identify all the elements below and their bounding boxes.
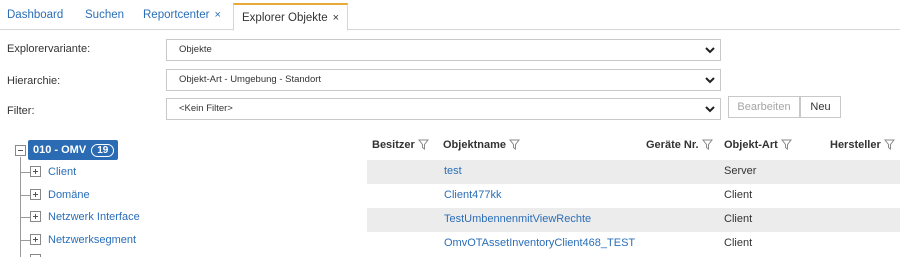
tab-reportcenter[interactable]: Reportcenter × <box>143 0 221 30</box>
objektname-cell[interactable]: OmvOTAssetInventoryClient468_TEST <box>444 237 635 249</box>
plus-box-icon[interactable] <box>30 166 41 177</box>
column-header-hersteller[interactable]: Hersteller <box>830 139 895 155</box>
objektname-cell[interactable]: Client477kk <box>444 189 501 201</box>
hierarchie-label: Hierarchie: <box>7 75 61 87</box>
table-row[interactable]: TestUmbennenmitViewRechte Client <box>367 208 900 232</box>
minus-box-icon[interactable] <box>15 145 26 156</box>
plus-box-icon[interactable] <box>30 211 41 222</box>
explorervariante-label: Explorervariante: <box>7 43 91 55</box>
funnel-icon[interactable] <box>883 139 895 150</box>
objekt-art-cell: Client <box>724 213 753 225</box>
column-header-besitzer-label: Besitzer <box>372 139 415 151</box>
tab-reportcenter-label: Reportcenter <box>143 9 210 21</box>
close-icon[interactable]: × <box>214 9 220 21</box>
tab-explorer-objekte[interactable]: Explorer Objekte × <box>233 3 349 31</box>
plus-box-icon[interactable] <box>30 234 41 245</box>
table-row[interactable]: OmvOTAssetInventoryClient468_TEST Client <box>367 232 900 256</box>
tree-root-count-badge: 19 <box>91 144 115 157</box>
table-row[interactable]: test Server <box>367 160 900 184</box>
chevron-down-icon <box>705 77 715 84</box>
objektname-cell[interactable]: TestUmbennenmitViewRechte <box>444 213 591 225</box>
tree-item-netzwerk-interface[interactable]: Netzwerk Interface <box>48 211 140 223</box>
column-header-objektname[interactable]: Objektname <box>443 139 520 155</box>
chevron-down-icon <box>705 106 715 113</box>
table-row[interactable]: Client477kk Client <box>367 184 900 208</box>
hierarchie-value: Objekt-Art - Umgebung - Standort <box>179 74 322 85</box>
close-icon[interactable]: × <box>333 12 339 24</box>
objekt-art-cell: Server <box>724 165 757 177</box>
neu-button[interactable]: Neu <box>800 96 841 118</box>
filter-value: <Kein Filter> <box>179 103 233 114</box>
tab-bar: Dashboard Suchen Reportcenter × Explorer … <box>0 0 900 31</box>
column-header-geraete-nr[interactable]: Geräte Nr. <box>646 139 713 155</box>
tab-dashboard[interactable]: Dashboard <box>7 0 63 30</box>
objekt-art-cell: Client <box>724 237 753 249</box>
column-header-geraete-nr-label: Geräte Nr. <box>646 139 699 151</box>
funnel-icon[interactable] <box>508 139 520 150</box>
plus-box-icon[interactable] <box>30 189 41 200</box>
column-header-besitzer[interactable]: Besitzer <box>372 139 429 155</box>
tree-item-client[interactable]: Client <box>48 166 76 178</box>
explorervariante-value: Objekte <box>179 44 212 55</box>
column-header-objektname-label: Objektname <box>443 139 506 151</box>
funnel-icon[interactable] <box>701 139 713 150</box>
tree-item-netzwerksegment[interactable]: Netzwerksegment <box>48 234 136 246</box>
tab-suchen-label: Suchen <box>85 9 125 21</box>
objekt-art-cell: Client <box>724 189 753 201</box>
tree-root-node[interactable]: 010 - OMV 19 <box>28 140 119 160</box>
funnel-icon[interactable] <box>780 139 792 150</box>
hierarchie-select[interactable]: Objekt-Art - Umgebung - Standort <box>166 69 721 91</box>
filter-label: Filter: <box>7 105 35 117</box>
objektname-cell[interactable]: test <box>444 165 462 177</box>
tab-suchen[interactable]: Suchen <box>85 0 124 30</box>
column-header-hersteller-label: Hersteller <box>830 139 881 151</box>
tab-dashboard-label: Dashboard <box>7 9 64 21</box>
column-header-objekt-art[interactable]: Objekt-Art <box>724 139 792 155</box>
column-header-objekt-art-label: Objekt-Art <box>724 139 778 151</box>
tree-item-domaene[interactable]: Domäne <box>48 189 90 201</box>
explorervariante-select[interactable]: Objekte <box>166 39 721 61</box>
filter-select[interactable]: <Kein Filter> <box>166 98 721 120</box>
chevron-down-icon <box>705 47 715 54</box>
bearbeiten-button[interactable]: Bearbeiten <box>728 96 800 118</box>
tab-explorer-objekte-label: Explorer Objekte <box>242 12 328 24</box>
funnel-icon[interactable] <box>417 139 429 150</box>
tree-root-label: 010 - OMV <box>33 144 87 156</box>
